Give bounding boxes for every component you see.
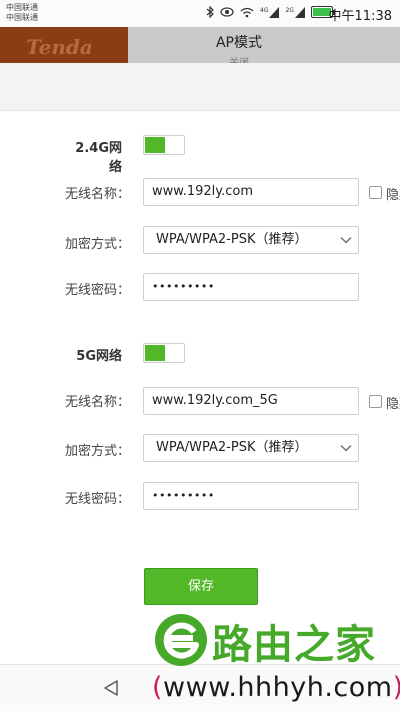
page-title: AP模式 [215,35,263,51]
password-input-24g[interactable]: ••••••••• [143,273,359,301]
hide-ssid-label-5g: 隐藏 [386,397,400,412]
status-time: 中午11:38 [328,9,392,24]
network-2g-label: 2G [285,6,294,14]
ssid-input-5g[interactable]: www.192ly.com_5G [143,387,359,415]
watermark-title: 路由之家 [212,622,376,668]
status-bar: 中国联通 中国联通 4G 2G 中午11:38 [0,0,400,27]
ap-mode-status: 关闭 [0,54,400,63]
password-label-24g: 无线密码： [64,283,130,298]
encryption-value-5g: WPA/WPA2-PSK（推荐） [156,440,308,455]
carrier-1: 中国联通 [6,3,38,12]
watermark-url-close: ) [393,672,400,703]
eye-icon [220,7,234,17]
encryption-select-5g[interactable]: WPA/WPA2-PSK（推荐） [143,434,359,462]
encryption-label-5g: 加密方式： [64,444,130,459]
carrier-2: 中国联通 [6,13,38,22]
hide-ssid-label-24g: 隐藏 [386,188,400,203]
signal-2g-icon: 2G [285,6,305,18]
ssid-label-5g: 无线名称： [64,395,130,410]
toggle-24g[interactable] [143,135,185,155]
page-header: Tenda AP模式 关闭 [0,27,400,63]
encryption-value-24g: WPA/WPA2-PSK（推荐） [156,232,308,247]
watermark-url-open: ( [152,672,164,703]
ssid-input-24g[interactable]: www.192ly.com [143,178,359,206]
wifi-icon [240,7,254,17]
network-4g-label: 4G [260,6,269,14]
hide-ssid-checkbox-24g[interactable] [369,186,382,199]
back-icon[interactable] [102,679,120,697]
signal-4g-icon: 4G [260,6,280,18]
watermark-url-text: www.hhhyh.com [163,672,393,703]
section-label-24g: 2.4G网络 [75,141,122,175]
section-label-5g: 5G网络 [76,349,122,364]
chevron-down-icon [340,445,352,452]
watermark-url: (www.hhhyh.com) [152,672,400,703]
toggle-5g[interactable] [143,343,185,363]
status-icons: 4G 2G [206,6,335,18]
toggle-5g-knob [145,345,165,361]
chevron-down-icon [340,237,352,244]
encryption-select-24g[interactable]: WPA/WPA2-PSK（推荐） [143,226,359,254]
password-input-5g[interactable]: ••••••••• [143,482,359,510]
ssid-label-24g: 无线名称： [64,187,130,202]
encryption-label-24g: 加密方式： [64,237,130,252]
header-spacer [0,63,400,111]
save-button[interactable]: 保存 [144,568,258,605]
hide-ssid-checkbox-5g[interactable] [369,395,382,408]
bluetooth-icon [206,6,214,18]
toggle-24g-knob [145,137,165,153]
watermark-logo-icon [155,614,207,666]
password-label-5g: 无线密码： [64,492,130,507]
